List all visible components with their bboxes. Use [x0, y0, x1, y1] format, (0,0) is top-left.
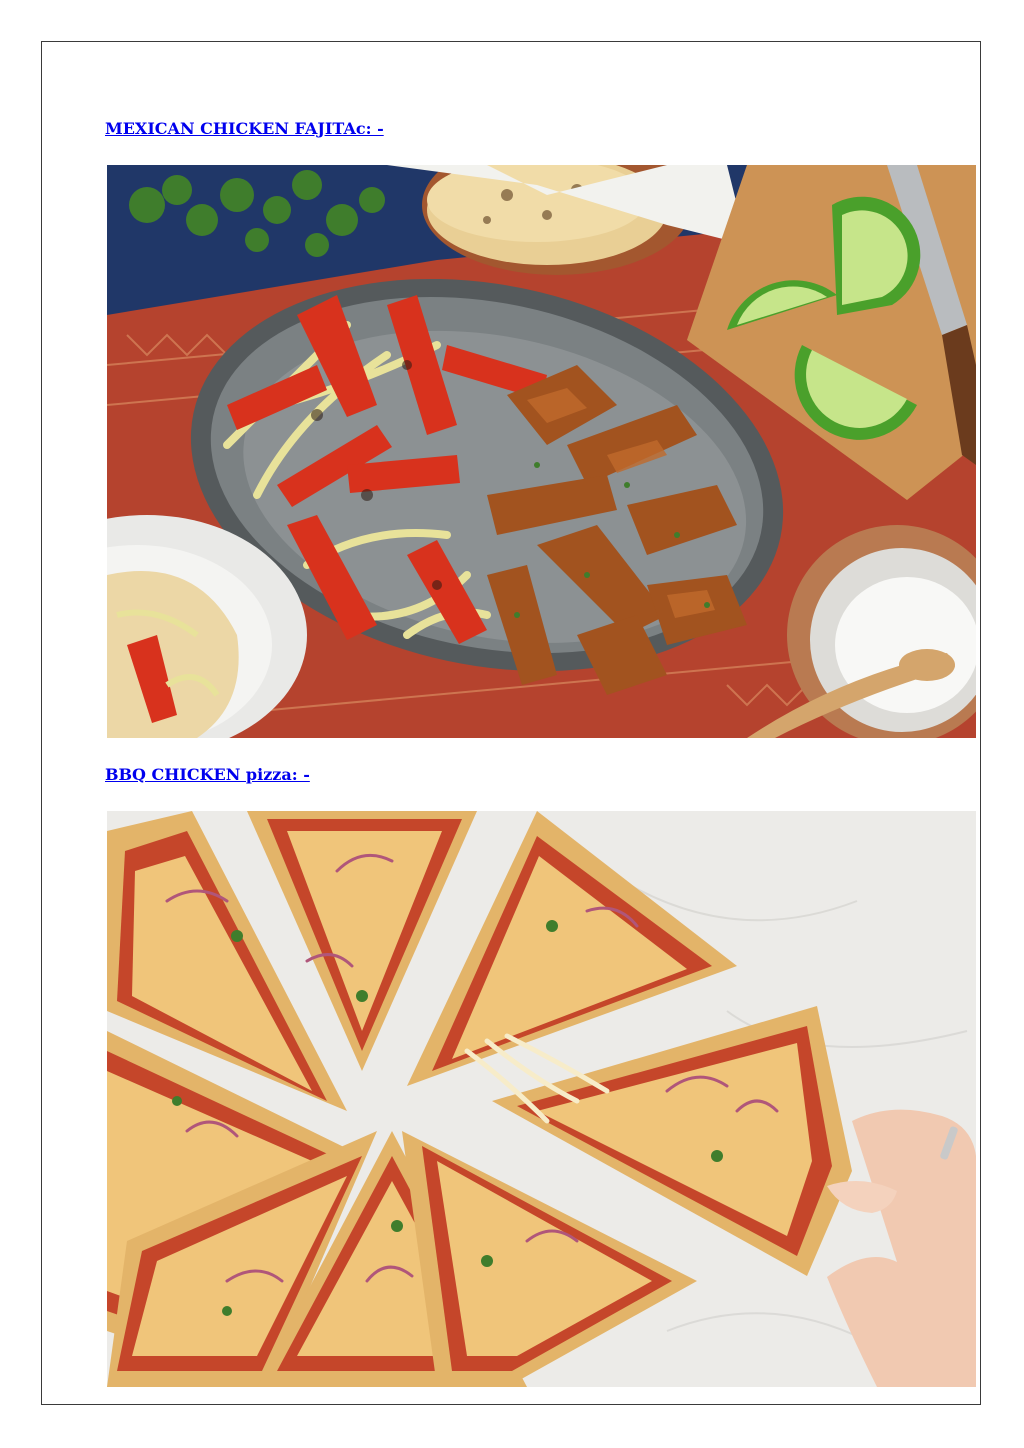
pizza-photo: [107, 811, 976, 1387]
fajitas-heading-link[interactable]: MEXICAN CHICKEN FAJITAc: -: [105, 119, 384, 138]
pizza-heading-link[interactable]: BBQ CHICKEN pizza: -: [105, 765, 310, 784]
fajitas-photo: [107, 165, 976, 738]
